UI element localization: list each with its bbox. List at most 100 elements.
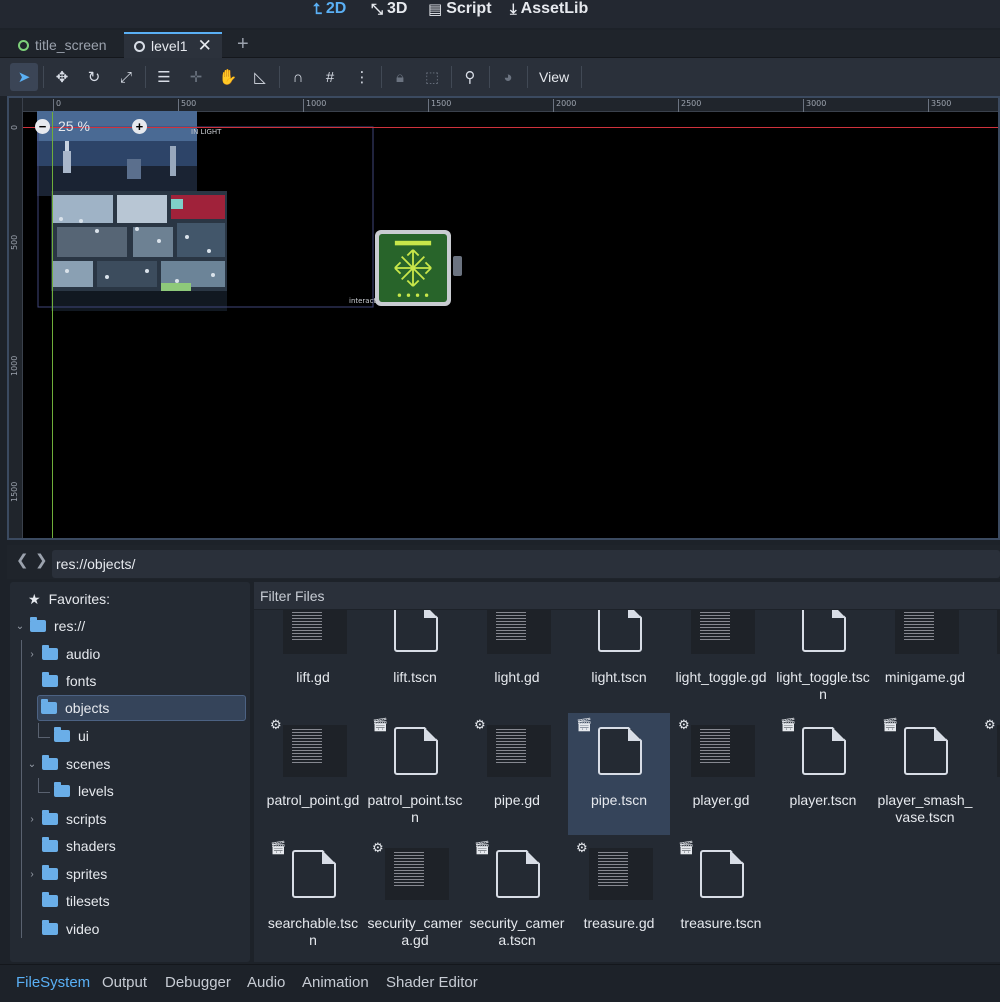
tree-item-tilesets[interactable]: tilesets xyxy=(42,888,110,914)
folder-icon xyxy=(42,755,58,770)
tree-item-sprites[interactable]: › sprites xyxy=(26,861,107,887)
tree-item-favorites[interactable]: ★ Favorites: xyxy=(28,586,110,612)
tree-item-scripts[interactable]: › scripts xyxy=(26,806,106,832)
file-item[interactable]: ⚙ patrol_point.gd xyxy=(262,713,364,835)
file-item[interactable]: mi xyxy=(976,610,1000,712)
file-item[interactable]: 🎬︎ player_smash_vase.tscn xyxy=(874,713,976,835)
smart-snap-button[interactable]: ∩ xyxy=(284,63,312,91)
pipe-sprite-node[interactable] xyxy=(375,230,462,306)
scene-status-icon xyxy=(134,40,145,52)
scale-tool-button[interactable]: ⤢ xyxy=(112,63,140,91)
ruler-tool-button[interactable]: ◺ xyxy=(246,63,274,91)
grid-snap-button[interactable]: # xyxy=(316,63,344,91)
grid-icon: # xyxy=(325,68,335,86)
tree-item-scenes[interactable]: ⌄ scenes xyxy=(26,751,110,777)
tree-item-shaders[interactable]: shaders xyxy=(42,833,116,859)
tree-item-res[interactable]: ⌄ res:// xyxy=(14,613,85,639)
select-tool-button[interactable]: ➤ xyxy=(10,63,38,91)
code-lines xyxy=(394,852,424,888)
list-select-tool-button[interactable]: ☰ xyxy=(150,63,178,91)
toolbar-separator xyxy=(381,66,382,88)
tab-animation[interactable]: Animation xyxy=(302,974,369,991)
tree-item-fonts[interactable]: fonts xyxy=(42,668,96,694)
file-item[interactable]: 🎬︎ patrol_point.tscn xyxy=(364,713,466,835)
file-item[interactable]: lift.gd xyxy=(262,610,364,712)
file-name: searchable.tscn xyxy=(267,915,359,948)
file-item[interactable]: light.gd xyxy=(466,610,568,712)
workspace-script-button[interactable]: ▤ Script xyxy=(428,0,492,18)
tab-filesystem[interactable]: FileSystem xyxy=(16,974,90,991)
tree-item-audio[interactable]: › audio xyxy=(26,641,100,667)
path-input[interactable]: res://objects/ xyxy=(52,550,1000,578)
toolbar-separator xyxy=(43,66,44,88)
group-button[interactable]: ⬚ xyxy=(418,63,446,91)
chevron-down-icon[interactable]: ⌄ xyxy=(14,621,26,632)
toolbar-separator xyxy=(451,66,452,88)
zoom-in-icon[interactable]: + xyxy=(131,118,147,134)
tab-level1[interactable]: level1 ✕ xyxy=(124,32,222,58)
file-item[interactable]: ⚙ treasure.gd xyxy=(568,836,670,958)
back-arrow-icon[interactable]: ❮ xyxy=(16,551,29,569)
file-item[interactable]: ⚙ player.gd xyxy=(670,713,772,835)
move-icon: ✥ xyxy=(55,69,69,86)
camera-override-button[interactable]: ◕ xyxy=(494,63,522,91)
file-item[interactable]: 🎬︎ player.tscn xyxy=(772,713,874,835)
tab-audio[interactable]: Audio xyxy=(247,974,285,991)
tree-item-ui[interactable]: ui xyxy=(54,723,89,749)
chevron-right-icon[interactable]: › xyxy=(26,649,38,660)
hand-icon: ✋ xyxy=(218,69,238,86)
in-light-label: IN LIGHT xyxy=(191,128,222,136)
workspace-assetlib-button[interactable]: ⤓ AssetLib xyxy=(510,0,588,18)
tree-guide-line xyxy=(38,778,39,792)
skeleton-button[interactable]: ⚲ xyxy=(456,63,484,91)
file-item[interactable]: 🎬︎ pipe.tscn xyxy=(568,713,670,835)
gear-icon: ⚙ xyxy=(678,717,690,732)
zoom-level[interactable]: 25 % xyxy=(58,118,90,134)
3d-icon: ⤡ xyxy=(371,0,384,18)
scene-file-icon xyxy=(394,610,438,652)
snap-options-button[interactable]: ⋮ xyxy=(348,63,376,91)
lock-button[interactable]: 🔒︎ xyxy=(386,63,414,91)
star-icon: ★ xyxy=(28,590,41,607)
file-item[interactable]: 🎬︎ searchable.tscn xyxy=(262,836,364,958)
clapperboard-icon: 🎬︎ xyxy=(474,840,491,855)
pivot-tool-button[interactable]: ✛ xyxy=(182,63,210,91)
add-scene-tab-icon[interactable]: + xyxy=(237,33,249,56)
tree-item-levels[interactable]: levels xyxy=(54,778,114,804)
forward-arrow-icon[interactable]: ❯ xyxy=(35,551,48,569)
file-item[interactable]: light_toggle.tscn xyxy=(772,610,874,712)
canvas-toolbar: ➤ ✥ ↻ ⤢ ☰ ✛ ✋ ◺ ∩ # ⋮ 🔒︎ ⬚ ⚲ ◕ View xyxy=(0,58,1000,96)
file-item[interactable]: ⚙ sea xyxy=(976,713,1000,835)
close-tab-icon[interactable]: ✕ xyxy=(198,36,212,56)
canvas-viewport[interactable]: 0 500 1000 1500 2000 2500 3000 3500 0 50… xyxy=(7,96,1000,540)
file-item[interactable]: ⚙ security_camera.gd xyxy=(364,836,466,958)
file-item[interactable]: minigame.gd xyxy=(874,610,976,712)
workspace-2d-button[interactable]: ⮤ 2D xyxy=(313,0,346,18)
tab-title-screen[interactable]: title_screen xyxy=(8,32,117,58)
rotate-tool-button[interactable]: ↻ xyxy=(80,63,108,91)
tree-item-video[interactable]: video xyxy=(42,916,99,942)
file-item[interactable]: light_toggle.gd xyxy=(670,610,772,712)
filter-files-input[interactable]: Filter Files xyxy=(254,582,1000,609)
script-thumbnail xyxy=(895,610,959,654)
file-item[interactable]: ⚙ pipe.gd xyxy=(466,713,568,835)
pan-tool-button[interactable]: ✋ xyxy=(214,63,242,91)
tree-item-objects[interactable]: objects xyxy=(37,695,246,721)
zoom-out-icon[interactable]: − xyxy=(35,118,50,134)
bone-icon: ⚲ xyxy=(464,69,476,86)
tab-debugger[interactable]: Debugger xyxy=(165,974,231,991)
group-icon: ⬚ xyxy=(424,69,440,86)
file-item[interactable]: 🎬︎ treasure.tscn xyxy=(670,836,772,958)
file-item[interactable]: 🎬︎ security_camera.tscn xyxy=(466,836,568,958)
chevron-right-icon[interactable]: › xyxy=(26,814,38,825)
view-menu-button[interactable]: View xyxy=(531,64,577,90)
code-lines xyxy=(700,729,730,765)
workspace-3d-button[interactable]: ⤡ 3D xyxy=(371,0,407,18)
file-item[interactable]: lift.tscn xyxy=(364,610,466,712)
tab-output[interactable]: Output xyxy=(102,974,147,991)
tab-shader-editor[interactable]: Shader Editor xyxy=(386,974,478,991)
file-item[interactable]: light.tscn xyxy=(568,610,670,712)
chevron-down-icon[interactable]: ⌄ xyxy=(26,759,38,770)
chevron-right-icon[interactable]: › xyxy=(26,869,38,880)
move-tool-button[interactable]: ✥ xyxy=(48,63,76,91)
